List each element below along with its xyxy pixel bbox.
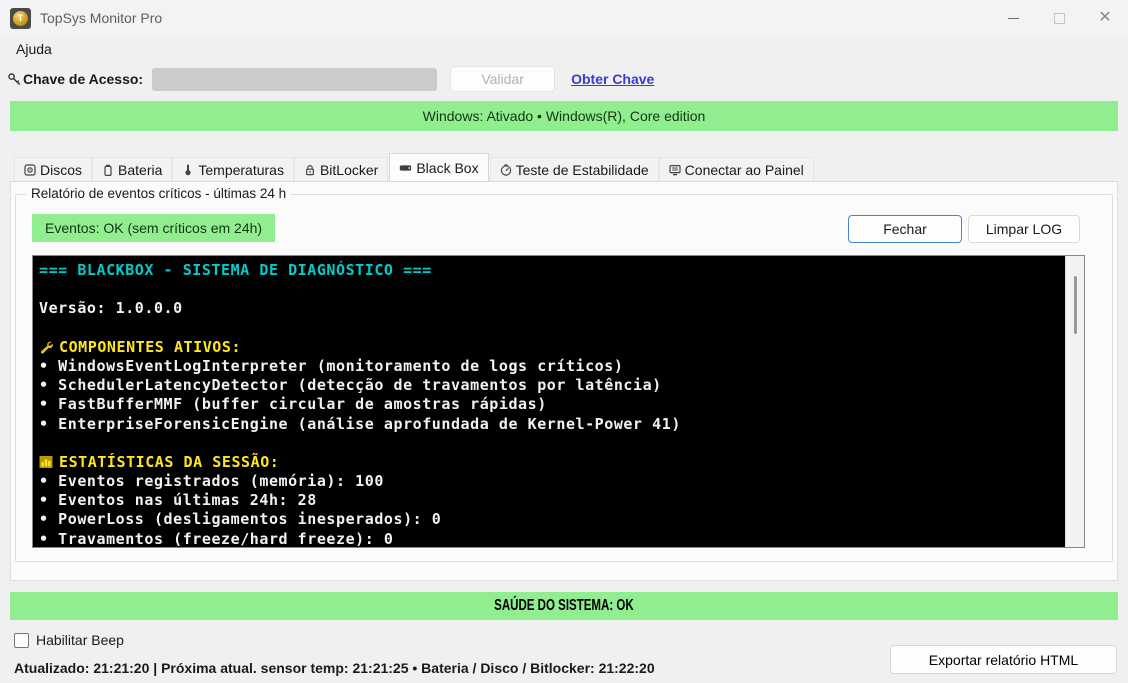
app-logo-icon: T	[10, 8, 31, 29]
beep-checkbox-label: Habilitar Beep	[36, 632, 124, 648]
beep-checkbox[interactable]	[14, 633, 29, 648]
windows-activation-banner: Windows: Ativado • Windows(R), Core edit…	[10, 101, 1118, 131]
tab-label: Teste de Estabilidade	[516, 162, 649, 178]
close-report-button[interactable]: Fechar	[848, 215, 962, 243]
status-text: Atualizado: 21:21:20 | Próxima atual. se…	[14, 660, 655, 676]
tab-label: Temperaturas	[198, 162, 284, 178]
disk-icon	[24, 164, 36, 176]
console-output: === BLACKBOX - SISTEMA DE DIAGNÓSTICO ==…	[33, 256, 1065, 547]
validate-button[interactable]: Validar	[450, 66, 555, 92]
wrench-icon	[39, 340, 53, 354]
console-line: • Eventos registrados (memória): 100	[39, 472, 1065, 491]
maximize-icon	[1054, 13, 1065, 24]
tab-conectar-painel[interactable]: Conectar ao Painel	[659, 157, 814, 181]
close-button[interactable]: ✕	[1082, 0, 1128, 36]
console-line: ESTATÍSTICAS DA SESSÃO:	[39, 453, 1065, 472]
monitor-icon	[669, 164, 681, 176]
tab-label: Black Box	[416, 160, 478, 176]
access-key-input[interactable]	[152, 68, 437, 91]
console-line: Versão: 1.0.0.0	[39, 299, 1065, 318]
black-box-tab-page: Relatório de eventos críticos - últimas …	[10, 181, 1118, 581]
tab-discos[interactable]: Discos	[14, 157, 92, 181]
bar-chart-icon	[39, 455, 53, 469]
activation-banner-text: Windows: Ativado • Windows(R), Core edit…	[423, 108, 706, 124]
tab-strip: Discos Bateria Temperaturas BitLocker Bl…	[14, 153, 1128, 181]
critical-events-groupbox: Relatório de eventos críticos - últimas …	[15, 194, 1113, 562]
clear-log-button[interactable]: Limpar LOG	[968, 215, 1080, 243]
health-banner-text: SAÚDE DO SISTEMA: OK	[494, 597, 634, 615]
tab-label: Bateria	[118, 162, 162, 178]
tab-bateria[interactable]: Bateria	[92, 157, 172, 181]
tab-label: BitLocker	[320, 162, 378, 178]
system-health-banner: SAÚDE DO SISTEMA: OK	[10, 592, 1118, 620]
menu-item-help[interactable]: Ajuda	[16, 41, 52, 57]
console-line: • Travamentos (freeze/hard freeze): 0	[39, 530, 1065, 547]
access-key-row: Chave de Acesso: Validar Obter Chave	[0, 62, 1128, 96]
events-status-badge: Eventos: OK (sem críticos em 24h)	[32, 214, 275, 242]
tab-bitlocker[interactable]: BitLocker	[294, 157, 388, 181]
maximize-button[interactable]	[1036, 0, 1082, 36]
console-line: • PowerLoss (desligamentos inesperados):…	[39, 510, 1065, 529]
tab-black-box[interactable]: Black Box	[389, 153, 488, 181]
window-title: TopSys Monitor Pro	[40, 10, 162, 26]
thermometer-icon	[182, 164, 194, 176]
groupbox-title: Relatório de eventos críticos - últimas …	[26, 186, 291, 201]
tab-temperaturas[interactable]: Temperaturas	[172, 157, 294, 181]
close-icon: ✕	[1098, 10, 1111, 26]
console-line: === BLACKBOX - SISTEMA DE DIAGNÓSTICO ==…	[39, 261, 1065, 280]
console-line-blank	[39, 434, 1065, 453]
gauge-icon	[500, 164, 512, 176]
tab-label: Conectar ao Painel	[685, 162, 804, 178]
console-scrollbar[interactable]	[1065, 256, 1084, 547]
tab-teste-estabilidade[interactable]: Teste de Estabilidade	[490, 157, 659, 181]
console-line: • EnterpriseForensicEngine (análise apro…	[39, 415, 1065, 434]
console-line: • FastBufferMMF (buffer circular de amos…	[39, 395, 1065, 414]
blackbox-console: === BLACKBOX - SISTEMA DE DIAGNÓSTICO ==…	[32, 255, 1085, 548]
battery-icon	[102, 164, 114, 176]
console-line-blank	[39, 319, 1065, 338]
console-line: • SchedulerLatencyDetector (detecção de …	[39, 376, 1065, 395]
title-bar: T TopSys Monitor Pro ✕	[0, 0, 1128, 36]
key-icon	[7, 72, 22, 87]
get-key-link[interactable]: Obter Chave	[571, 71, 654, 87]
hdd-icon	[399, 162, 412, 174]
menu-bar: Ajuda	[0, 36, 1128, 62]
lock-icon	[304, 164, 316, 176]
console-line: • Eventos nas últimas 24h: 28	[39, 491, 1065, 510]
console-line: COMPONENTES ATIVOS:	[39, 338, 1065, 357]
scrollbar-thumb[interactable]	[1074, 276, 1077, 334]
access-key-label: Chave de Acesso:	[23, 71, 143, 87]
app-logo-letter: T	[13, 11, 28, 26]
tab-label: Discos	[40, 162, 82, 178]
console-line: • WindowsEventLogInterpreter (monitorame…	[39, 357, 1065, 376]
minimize-icon	[1008, 18, 1019, 19]
export-html-button[interactable]: Exportar relatório HTML	[890, 645, 1117, 674]
console-line-blank	[39, 280, 1065, 299]
minimize-button[interactable]	[990, 0, 1036, 36]
